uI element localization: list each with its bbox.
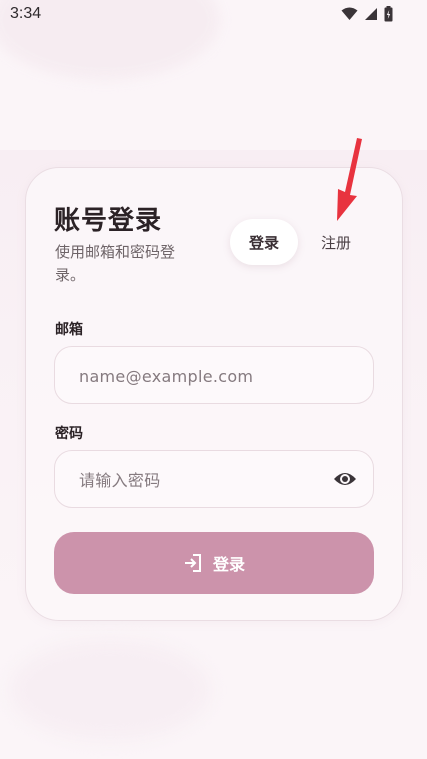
wifi-icon — [341, 7, 358, 20]
password-label: 密码 — [55, 426, 83, 442]
password-field[interactable] — [77, 451, 331, 509]
background-blob-bottom — [10, 640, 210, 740]
page-subtitle: 使用邮箱和密码登录。 — [55, 243, 176, 284]
login-submit-button[interactable]: 登录 — [54, 532, 374, 594]
login-card: 账号登录 使用邮箱和密码登录。 登录 注册 邮箱 密码 登录 — [25, 167, 403, 621]
tab-login[interactable]: 登录 — [230, 219, 298, 265]
annotation-arrow — [337, 138, 362, 221]
status-time: 3:34 — [10, 5, 42, 22]
login-arrow-icon — [184, 554, 201, 572]
signal-icon — [365, 8, 377, 20]
status-bar: 3:34 — [0, 0, 427, 32]
email-field[interactable] — [77, 347, 331, 405]
email-field-box — [54, 346, 374, 405]
eye-icon[interactable] — [333, 468, 357, 490]
status-icons — [341, 6, 393, 22]
battery-icon — [384, 6, 393, 22]
password-field-box — [54, 450, 374, 509]
page-title: 账号登录 — [54, 206, 163, 236]
login-submit-label: 登录 — [212, 555, 245, 574]
email-label: 邮箱 — [55, 322, 83, 338]
